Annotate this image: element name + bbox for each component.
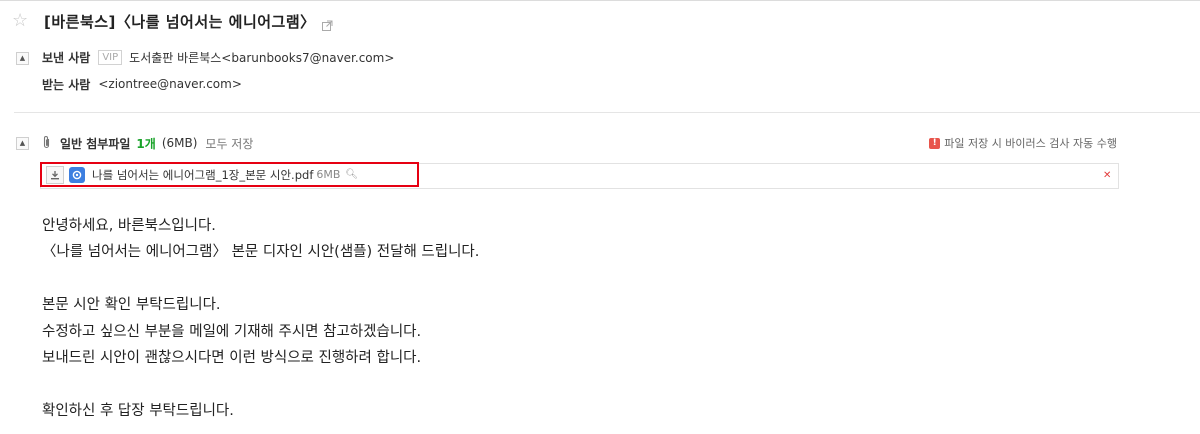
body-line [42,371,479,397]
mail-subject: [바른북스]〈나를 넘어서는 에니어그램〉 [44,12,316,31]
attachment-file-size: 6MB [316,168,341,181]
subject-row: ☆ [바른북스]〈나를 넘어서는 에니어그램〉 [12,10,333,32]
recipient-address[interactable]: <ziontree@naver.com> [98,77,242,91]
body-line: 수정하고 싶으신 부분을 메일에 기재해 주시면 참고하겠습니다. [42,323,422,340]
recipient-row: 받는 사람 <ziontree@naver.com> [42,75,242,93]
collapse-toggle-icon[interactable]: ▲ [16,137,29,150]
close-icon[interactable]: ✕ [1103,170,1111,181]
warning-icon: ! [929,137,941,149]
save-all-link[interactable]: 모두 저장 [205,135,253,152]
header-divider [14,112,1200,113]
attachment-file-name[interactable]: 나를 넘어서는 에니어그램_1장_본문 시안.pdf [92,167,313,183]
magnifier-icon[interactable]: 🔍︎ [345,169,358,180]
cloud-drive-icon[interactable] [69,166,85,183]
attachment-total-size: (6MB) [161,136,198,150]
mail-body: 안녕하세요, 바른북스입니다. 〈나를 넘어서는 에니어그램〉 본문 디자인 시… [42,213,479,424]
body-line: 안녕하세요, 바른북스입니다. [42,218,216,234]
collapse-toggle-icon[interactable]: ▲ [16,52,29,65]
virus-notice: ! 파일 저장 시 바이러스 검사 자동 수행 [929,135,1117,151]
body-line: 본문 시안 확인 부탁드립니다. [42,297,221,314]
body-line: 보내드린 시안이 괜찮으시다면 이런 방식으로 진행하려 합니다. [42,349,422,366]
popout-icon[interactable] [321,16,333,31]
star-outline-icon[interactable]: ☆ [12,12,34,30]
body-line: 확인하신 후 답장 부탁드립니다. [42,402,234,419]
recipient-label: 받는 사람 [42,77,91,92]
attachment-file-item[interactable]: 나를 넘어서는 에니어그램_1장_본문 시안.pdf 6MB 🔍︎ [40,162,419,187]
paperclip-icon [42,135,54,152]
body-line: 〈나를 넘어서는 에니어그램〉 본문 디자인 시안(샘플) 전달해 드립니다. [42,244,480,261]
attachment-title: 일반 첨부파일 [60,136,131,151]
sender-row: 보낸 사람 VIP 도서출판 바른북스<barunbooks7@naver.co… [42,48,394,66]
virus-notice-text: 파일 저장 시 바이러스 검사 자동 수행 [944,137,1117,150]
vip-badge: VIP [98,49,123,65]
body-line [42,266,479,292]
top-border [0,0,1200,1]
attachment-count: 1개 [136,136,156,151]
sender-address[interactable]: 도서출판 바른북스<barunbooks7@naver.com> [129,49,394,66]
download-icon[interactable] [46,165,64,184]
attachment-header: 일반 첨부파일 1개 (6MB) 모두 저장 [42,134,253,152]
sender-label: 보낸 사람 [42,50,91,65]
